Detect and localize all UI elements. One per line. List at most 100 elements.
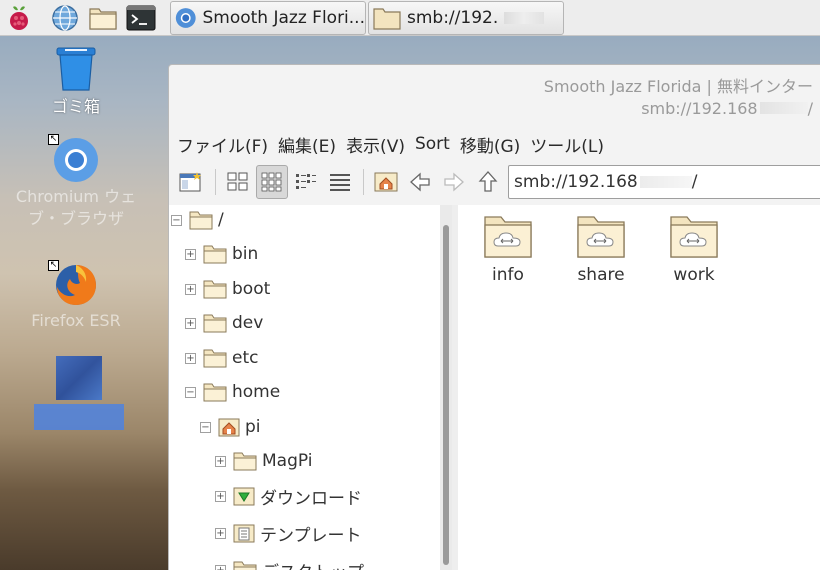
- up-arrow-icon: [478, 171, 498, 192]
- list-view-button[interactable]: [324, 165, 356, 199]
- collapse-icon[interactable]: −: [185, 386, 196, 398]
- menu-file[interactable]: ファイル(F): [177, 132, 268, 157]
- expand-icon[interactable]: +: [215, 527, 226, 539]
- address-bar-suffix: /: [691, 172, 698, 192]
- firefox-icon: [56, 265, 96, 305]
- forward-arrow-icon: [444, 172, 465, 192]
- firefox-label: Firefox ESR: [31, 311, 121, 330]
- menu-tools[interactable]: ツール(L): [530, 132, 604, 157]
- chromium-desktop-icon[interactable]: ↖ Chromium ウェ ブ・ブラウザ: [6, 134, 146, 230]
- compact-view-button[interactable]: [290, 165, 322, 199]
- home-folder-icon: [218, 418, 240, 437]
- home-button[interactable]: [370, 165, 402, 199]
- download-folder-icon: [233, 487, 255, 506]
- folder-icon: [189, 211, 213, 230]
- new-window-button[interactable]: [175, 165, 207, 199]
- firefox-desktop-icon[interactable]: ↖ Firefox ESR: [16, 260, 136, 332]
- expand-icon[interactable]: +: [185, 248, 196, 260]
- menu-sort[interactable]: Sort: [415, 134, 450, 154]
- expand-icon[interactable]: +: [185, 317, 196, 329]
- icon-view-button[interactable]: [222, 165, 254, 199]
- toolbar-separator: [363, 169, 365, 195]
- tree-item-pi[interactable]: − pi: [200, 412, 261, 442]
- menu-view[interactable]: 表示(V): [346, 132, 405, 157]
- trash-desktop-icon[interactable]: ゴミ箱: [36, 44, 116, 118]
- redacted-desktop-icon[interactable]: [32, 356, 126, 432]
- up-button[interactable]: [472, 165, 504, 199]
- file-item-label: work: [673, 265, 715, 285]
- file-item-label: info: [492, 265, 524, 285]
- tree-item-home[interactable]: − home: [185, 377, 280, 407]
- tree-item-label: デスクトップ: [262, 558, 364, 570]
- tree-item-bin[interactable]: + bin: [185, 239, 258, 269]
- collapse-icon[interactable]: −: [171, 214, 182, 226]
- tree-item-etc[interactable]: + etc: [185, 343, 258, 373]
- tree-item-label: etc: [232, 348, 259, 368]
- window-title-line1: Smooth Jazz Florida | 無料インター: [543, 77, 813, 96]
- expand-icon[interactable]: +: [215, 564, 226, 570]
- compact-view-icon: [295, 174, 316, 189]
- thumbnail-view-button[interactable]: [255, 165, 288, 199]
- home-icon: [374, 172, 398, 192]
- folder-icon: [203, 349, 227, 368]
- tree-item-downloads[interactable]: + ダウンロード: [215, 481, 362, 511]
- menu-edit[interactable]: 編集(E): [278, 132, 336, 157]
- address-bar-value: smb://192.168: [514, 172, 638, 192]
- chromium-icon: [54, 138, 98, 182]
- window-title-line2: smb://192.168 /: [641, 99, 813, 118]
- thumbnail-view-icon: [261, 172, 282, 192]
- network-share-folder-icon: [670, 216, 718, 258]
- folder-icon: [373, 8, 401, 30]
- tree-item-dev[interactable]: + dev: [185, 308, 263, 338]
- tree-scrollbar-thumb[interactable]: [443, 225, 449, 565]
- file-manager-window: Smooth Jazz Florida | 無料インター smb://192.1…: [168, 64, 820, 570]
- template-folder-icon: [233, 524, 255, 543]
- redacted-icon: [56, 356, 102, 400]
- redacted-label: [34, 404, 124, 430]
- expand-icon[interactable]: +: [215, 490, 226, 502]
- tree-item-label: dev: [232, 313, 264, 333]
- tree-item-templates[interactable]: + テンプレート: [215, 518, 362, 548]
- raspberry-menu-icon[interactable]: [4, 3, 34, 33]
- folder-icon: [203, 383, 227, 402]
- file-item-info[interactable]: info: [468, 213, 548, 285]
- icon-view-icon: [227, 172, 248, 191]
- network-share-folder-icon: [484, 216, 532, 258]
- back-arrow-icon: [410, 172, 430, 192]
- tree-item-desktop[interactable]: + デスクトップ: [215, 555, 364, 570]
- folder-icon: [233, 561, 257, 570]
- expand-icon[interactable]: +: [185, 283, 196, 295]
- menu-go[interactable]: 移動(G): [460, 132, 520, 157]
- tree-item-root[interactable]: − /: [171, 205, 224, 235]
- tree-scrollbar[interactable]: [440, 205, 452, 570]
- address-bar[interactable]: smb://192.168 /: [508, 165, 820, 199]
- tree-item-magpi[interactable]: + MagPi: [215, 446, 312, 476]
- list-view-icon: [329, 174, 350, 191]
- collapse-icon[interactable]: −: [200, 421, 211, 433]
- tree-item-label: pi: [245, 417, 261, 437]
- shortcut-arrow-icon: ↖: [48, 134, 59, 145]
- taskbar-item-browser[interactable]: Smooth Jazz Flori...: [170, 1, 366, 35]
- taskbar-item-file-manager[interactable]: smb://192.: [368, 1, 564, 35]
- forward-button[interactable]: [438, 165, 470, 199]
- tree-item-label: /: [218, 210, 224, 230]
- tree-item-boot[interactable]: + boot: [185, 274, 270, 304]
- chromium-label-line1: Chromium ウェ: [15, 187, 137, 206]
- new-window-icon: [179, 172, 201, 192]
- expand-icon[interactable]: +: [185, 352, 196, 364]
- file-item-label: share: [577, 265, 625, 285]
- expand-icon[interactable]: +: [215, 455, 226, 467]
- shortcut-arrow-icon: ↖: [48, 260, 59, 271]
- tree-item-label: home: [232, 382, 281, 402]
- redacted-text: [759, 102, 808, 114]
- web-browser-icon[interactable]: [50, 3, 80, 33]
- network-share-folder-icon: [577, 216, 625, 258]
- file-manager-icon[interactable]: [88, 3, 118, 33]
- file-item-work[interactable]: work: [654, 213, 734, 285]
- terminal-icon[interactable]: [126, 3, 156, 33]
- chromium-icon: [175, 8, 196, 28]
- window-title-path: smb://192.168: [641, 99, 758, 118]
- back-button[interactable]: [404, 165, 436, 199]
- file-item-share[interactable]: share: [561, 213, 641, 285]
- tree-item-label: MagPi: [262, 451, 313, 471]
